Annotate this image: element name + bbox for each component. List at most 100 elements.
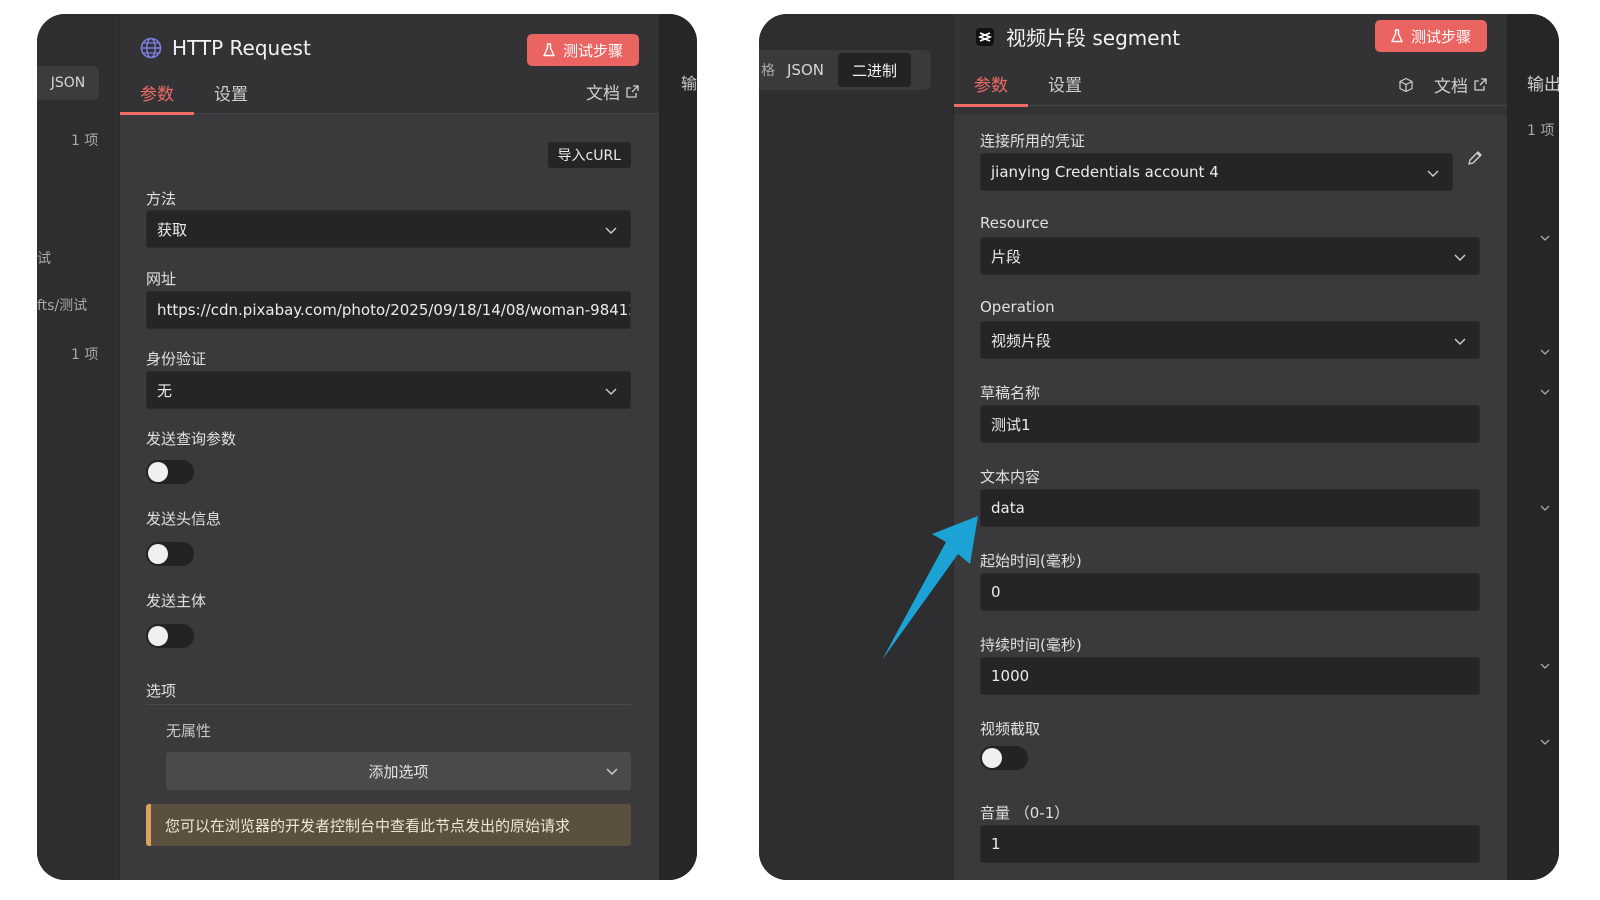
video-crop-label: 视频截取 (980, 720, 1041, 738)
cube-icon[interactable] (1398, 77, 1414, 93)
credential-label: 连接所用的凭证 (980, 132, 1086, 150)
send-headers-toggle[interactable] (146, 542, 194, 566)
method-select[interactable]: 获取 (146, 210, 631, 248)
http-request-window: JSON 1 项 试 fts/测试 1 项 输 HTTP Request 测试步… (37, 14, 697, 880)
chevron-down-icon[interactable] (1539, 232, 1551, 244)
video-segment-window: 格 JSON 二进制 输出 1 项 视频片段 segment 测试步骤 参数 设… (759, 14, 1559, 880)
annotation-arrow (882, 516, 978, 660)
tab-settings[interactable]: 设置 (1028, 60, 1102, 106)
item-count: 1 项 (71, 347, 99, 363)
resource-label: Resource (980, 214, 1049, 232)
raw-request-notice: 您可以在浏览器的开发者控制台中查看此节点发出的原始请求 (146, 804, 631, 846)
docs-label: 文档 (1434, 77, 1468, 97)
add-option-label: 添加选项 (368, 762, 429, 781)
tab-settings[interactable]: 设置 (194, 70, 268, 114)
volume-value: 1 (991, 835, 1001, 853)
video-crop-toggle[interactable] (980, 746, 1028, 770)
chevron-down-icon[interactable] (1539, 660, 1551, 672)
add-option-button[interactable]: 添加选项 (166, 752, 631, 790)
tab-parameters[interactable]: 参数 (954, 60, 1028, 107)
text-content-input[interactable]: data (980, 489, 1480, 527)
send-body-toggle[interactable] (146, 624, 194, 648)
sidebar-text: 试 (37, 251, 51, 267)
docs-link[interactable]: 文档 (1398, 72, 1487, 97)
credential-select[interactable]: jianying Credentials account 4 (980, 153, 1453, 191)
output-label: 输出 (1527, 75, 1559, 95)
send-query-toggle[interactable] (146, 460, 194, 484)
node-parameters-panel: HTTP Request 测试步骤 参数 设置 文档 导入cURL 方法 获取 … (120, 14, 659, 880)
docs-label: 文档 (586, 84, 620, 104)
divider (146, 704, 631, 705)
output-item-count: 1 项 (1527, 123, 1555, 139)
text-content-value: data (991, 499, 1025, 517)
method-value: 获取 (157, 220, 188, 239)
output-sidebar: 输 (659, 14, 697, 880)
flask-icon (543, 43, 555, 57)
json-view-tab[interactable]: JSON (37, 66, 99, 100)
node-title[interactable]: HTTP Request (172, 36, 311, 60)
start-time-input[interactable]: 0 (980, 573, 1480, 611)
text-content-label: 文本内容 (980, 468, 1041, 486)
auth-label: 身份验证 (146, 350, 207, 368)
panel-header: 视频片段 segment 测试步骤 参数 设置 文档 (954, 14, 1507, 114)
chevron-down-icon[interactable] (1539, 346, 1551, 358)
input-sidebar: 格 JSON 二进制 (759, 14, 953, 880)
input-sidebar: JSON 1 项 试 fts/测试 1 项 (37, 14, 119, 880)
volume-input[interactable]: 1 (980, 825, 1480, 863)
globe-icon (140, 37, 162, 59)
chevron-down-icon (606, 768, 618, 775)
node-title[interactable]: 视频片段 segment (1006, 22, 1180, 51)
tab-parameters[interactable]: 参数 (120, 70, 194, 115)
test-step-button[interactable]: 测试步骤 (526, 34, 639, 66)
pencil-icon[interactable] (1465, 148, 1485, 168)
chevron-down-icon[interactable] (1539, 736, 1551, 748)
panel-header: HTTP Request 测试步骤 参数 设置 文档 (120, 14, 659, 115)
external-link-icon (626, 85, 639, 98)
panel-tabs: 参数 设置 (120, 70, 659, 115)
url-value: https://cdn.pixabay.com/photo/2025/09/18… (157, 301, 631, 319)
volume-label: 音量 （0-1） (980, 804, 1070, 822)
chevron-down-icon (1454, 254, 1466, 261)
json-view-tab[interactable]: JSON (773, 53, 838, 87)
operation-value: 视频片段 (991, 331, 1052, 350)
operation-select[interactable]: 视频片段 (980, 321, 1480, 359)
duration-value: 1000 (991, 667, 1030, 685)
auth-select[interactable]: 无 (146, 371, 631, 409)
duration-input[interactable]: 1000 (980, 657, 1480, 695)
method-label: 方法 (146, 190, 177, 208)
chevron-down-icon (605, 227, 617, 234)
start-time-value: 0 (991, 583, 1001, 601)
options-title: 选项 (146, 682, 177, 700)
import-curl-button[interactable]: 导入cURL (547, 142, 631, 168)
operation-label: Operation (980, 298, 1055, 316)
output-sidebar: 输出 1 项 (1507, 14, 1559, 880)
input-view-tabs: 格 JSON 二进制 (759, 50, 931, 90)
chevron-down-icon (605, 388, 617, 395)
chevron-down-icon[interactable] (1539, 386, 1551, 398)
url-input[interactable]: https://cdn.pixabay.com/photo/2025/09/18… (146, 291, 631, 329)
truncated-tab[interactable]: 格 (759, 60, 775, 80)
binary-view-tab[interactable]: 二进制 (837, 53, 911, 87)
test-step-button[interactable]: 测试步骤 (1374, 20, 1487, 52)
node-parameters-panel: 视频片段 segment 测试步骤 参数 设置 文档 连接所用的凭证 jiany… (954, 14, 1507, 880)
send-query-label: 发送查询参数 (146, 430, 237, 448)
duration-label: 持续时间(毫秒) (980, 636, 1082, 654)
docs-link[interactable]: 文档 (586, 79, 639, 104)
resource-select[interactable]: 片段 (980, 237, 1480, 275)
draft-name-input[interactable]: 测试1 (980, 405, 1480, 443)
sidebar-text: fts/测试 (37, 298, 88, 314)
external-link-icon (1474, 78, 1487, 91)
send-body-label: 发送主体 (146, 592, 207, 610)
draft-name-value: 测试1 (991, 415, 1031, 434)
start-time-label: 起始时间(毫秒) (980, 552, 1082, 570)
auth-value: 无 (157, 381, 173, 400)
draft-name-label: 草稿名称 (980, 384, 1041, 402)
test-step-label: 测试步骤 (1410, 27, 1471, 46)
flask-icon (1391, 29, 1403, 43)
send-headers-label: 发送头信息 (146, 510, 222, 528)
chevron-down-icon (1454, 338, 1466, 345)
output-label: 输 (681, 74, 697, 93)
resource-value: 片段 (991, 247, 1022, 266)
item-count: 1 项 (71, 133, 99, 149)
chevron-down-icon[interactable] (1539, 502, 1551, 514)
